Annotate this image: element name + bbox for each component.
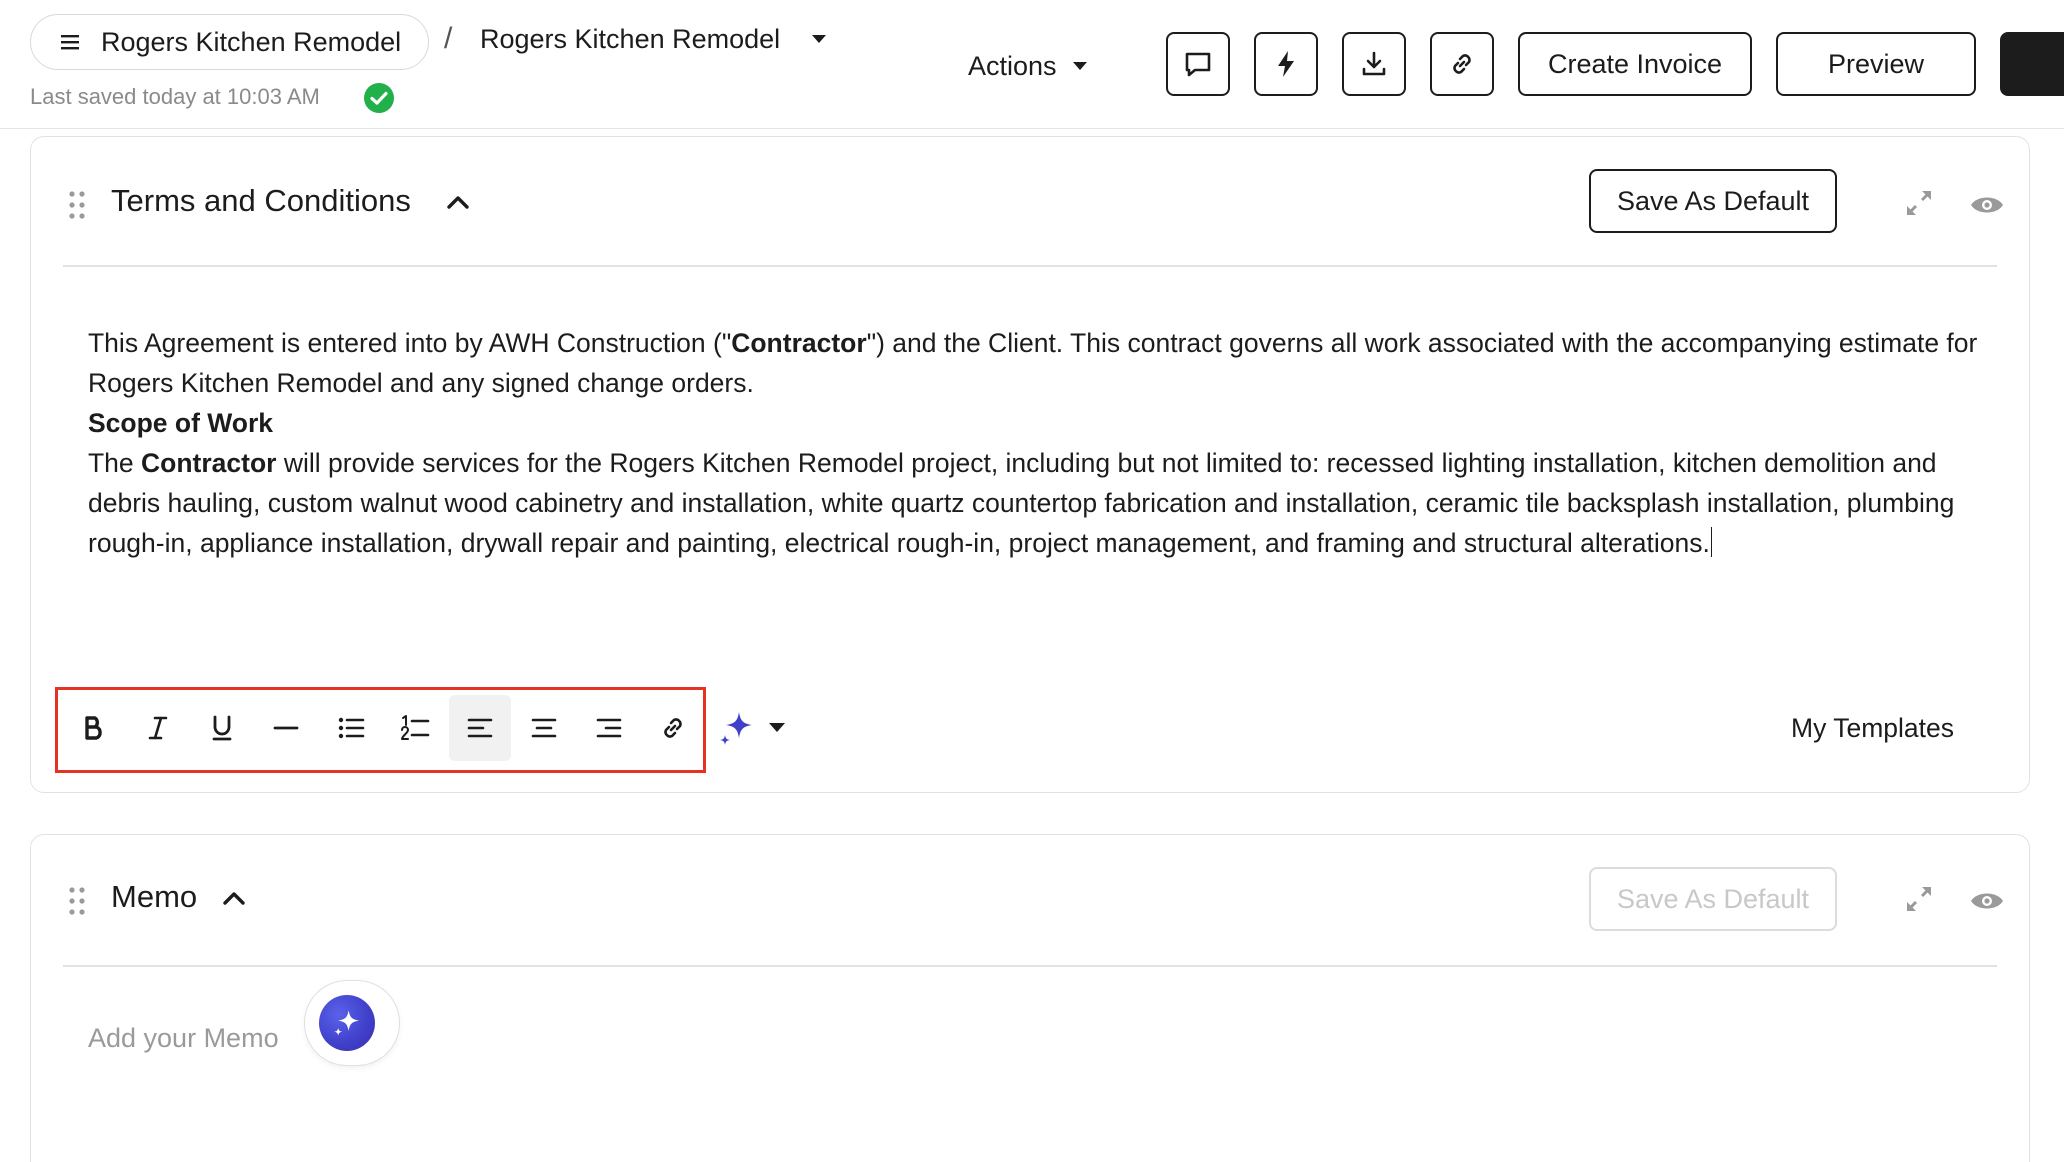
copy-link-button[interactable] (1430, 32, 1494, 96)
expand-icon[interactable] (1903, 883, 1935, 915)
horizontal-rule-button[interactable] (255, 695, 317, 761)
paragraph: This Agreement is entered into by AWH Co… (88, 328, 1978, 398)
breadcrumb-separator: / (444, 22, 453, 55)
download-icon (1362, 51, 1386, 76)
align-left-icon (467, 718, 493, 738)
align-left-button[interactable] (449, 695, 511, 761)
italic-button[interactable] (127, 695, 189, 761)
project-name: Rogers Kitchen Remodel (101, 26, 402, 57)
ai-sparkle-icon (334, 1010, 359, 1036)
subheading: Scope of Work (88, 408, 274, 438)
eye-icon[interactable] (1969, 193, 2005, 217)
ai-assist-button[interactable] (304, 980, 400, 1066)
insert-link-button[interactable] (642, 695, 704, 761)
drag-handle-icon[interactable] (67, 885, 87, 917)
primary-action-button[interactable] (2000, 32, 2064, 96)
automation-button[interactable] (1254, 32, 1318, 96)
text-cursor (1710, 527, 1713, 557)
download-button[interactable] (1342, 32, 1406, 96)
bold-icon (85, 716, 102, 740)
chevron-down-icon[interactable] (810, 32, 828, 50)
chevron-down-icon[interactable] (767, 722, 787, 734)
actions-dropdown[interactable]: Actions (968, 44, 1089, 88)
hamburger-menu-icon (53, 25, 87, 59)
ai-orb (319, 995, 375, 1051)
top-bar: Rogers Kitchen Remodel / Rogers Kitchen … (0, 0, 2064, 129)
memo-section: Memo Save As Default Add your Memo (30, 834, 2030, 1162)
align-center-button[interactable] (513, 695, 575, 761)
ai-sparkle-icon[interactable] (717, 709, 757, 749)
create-invoice-button[interactable]: Create Invoice (1518, 32, 1752, 96)
align-right-icon (596, 718, 622, 738)
eye-icon[interactable] (1969, 889, 2005, 913)
align-right-button[interactable] (578, 695, 640, 761)
chevron-up-icon[interactable] (445, 193, 471, 211)
section-divider (63, 965, 1997, 967)
link-icon (1453, 54, 1471, 74)
bullet-list-icon (338, 717, 365, 739)
bullet-list-button[interactable] (320, 695, 382, 761)
my-templates-link[interactable]: My Templates (1791, 713, 1954, 744)
terms-section: Terms and Conditions Save As Default Thi… (30, 136, 2030, 793)
terms-text-editor[interactable]: This Agreement is entered into by AWH Co… (88, 323, 1988, 563)
underline-icon (212, 715, 232, 741)
save-as-default-button[interactable]: Save As Default (1589, 169, 1837, 233)
italic-icon (148, 716, 168, 740)
expand-icon[interactable] (1903, 187, 1935, 219)
preview-button[interactable]: Preview (1776, 32, 1976, 96)
paragraph: The Contractor will provide services for… (88, 448, 1955, 558)
section-divider (63, 265, 1997, 267)
save-as-default-button[interactable]: Save As Default (1589, 867, 1837, 931)
section-title: Terms and Conditions (111, 183, 411, 218)
numbered-list-icon (401, 715, 430, 740)
breadcrumb-document-title[interactable]: Rogers Kitchen Remodel (480, 24, 780, 55)
last-saved-status: Last saved today at 10:03 AM (30, 84, 320, 109)
chevron-up-icon[interactable] (221, 889, 247, 907)
horizontal-rule-icon (273, 726, 299, 730)
align-center-icon (531, 718, 557, 738)
check-circle-icon (363, 82, 395, 114)
project-menu-button[interactable]: Rogers Kitchen Remodel (30, 14, 429, 70)
section-title: Memo (111, 879, 198, 914)
bold-button[interactable] (63, 695, 125, 761)
link-icon (664, 718, 682, 738)
chevron-down-icon (1072, 62, 1087, 70)
drag-handle-icon[interactable] (67, 189, 87, 221)
comment-icon (1185, 52, 1211, 77)
underline-button[interactable] (191, 695, 253, 761)
numbered-list-button[interactable] (384, 695, 446, 761)
actions-label: Actions (968, 50, 1057, 81)
comment-button[interactable] (1166, 32, 1230, 96)
memo-input[interactable]: Add your Memo (88, 1023, 279, 1054)
lightning-icon (1278, 51, 1294, 77)
